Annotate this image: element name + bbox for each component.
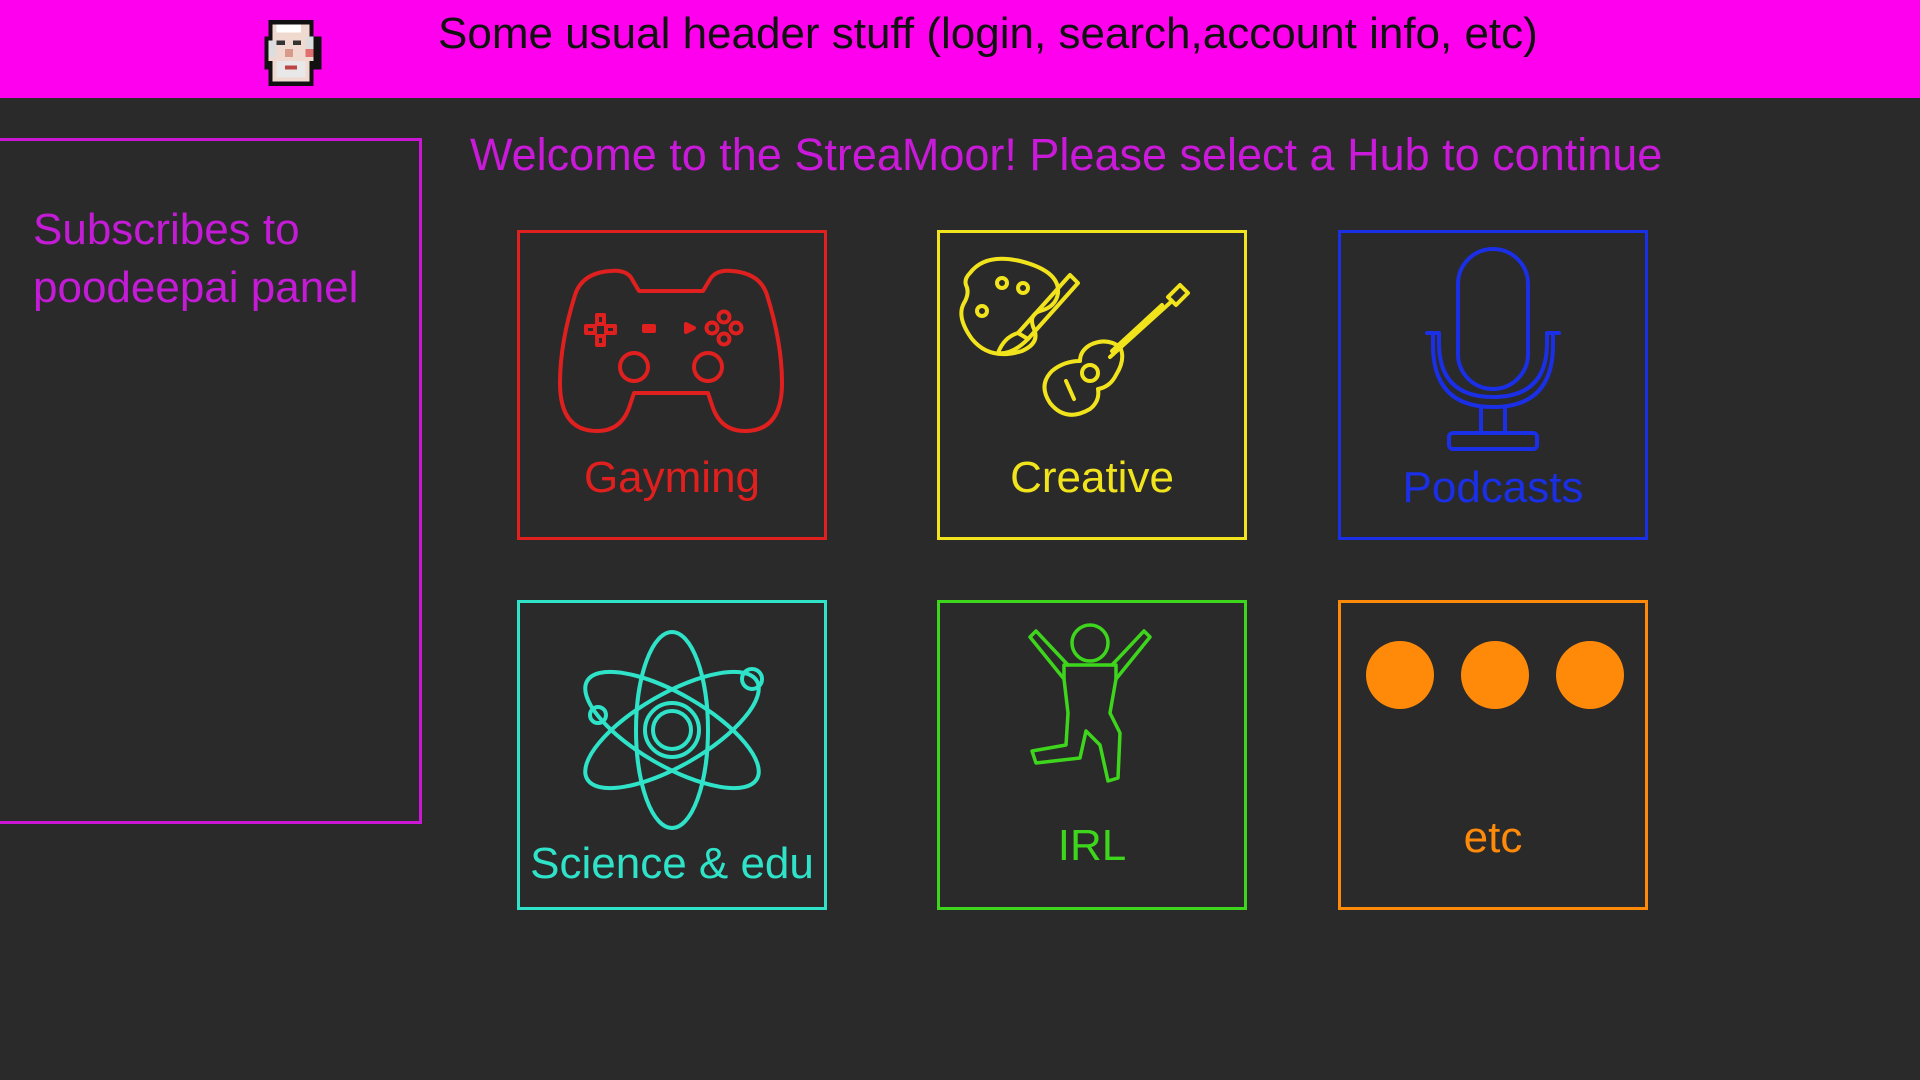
header: Some usual header stuff (login, search,a… (0, 0, 1920, 98)
hub-etc[interactable]: etc (1338, 600, 1648, 910)
hub-podcasts-label: Podcasts (1402, 463, 1584, 512)
hub-creative[interactable]: Creative (937, 230, 1247, 540)
hub-gayming[interactable]: Gayming (517, 230, 827, 540)
subscriptions-panel-label: Subscribes to poodeepai panel (33, 201, 358, 317)
hub-gayming-label: Gayming (583, 453, 761, 502)
subscriptions-panel-line2: poodeepai panel (33, 263, 359, 312)
hub-podcasts[interactable]: Podcasts (1338, 230, 1648, 540)
hub-irl[interactable]: IRL (937, 600, 1247, 910)
header-text: Some usual header stuff (login, search,a… (438, 9, 1538, 58)
hub-etc-label: etc (1463, 813, 1523, 862)
hub-science-edu[interactable]: Science & edu (517, 600, 827, 910)
avatar[interactable] (252, 12, 334, 94)
hub-irl-label: IRL (1057, 821, 1127, 870)
hub-science-edu-label: Science & edu (530, 839, 814, 888)
subscriptions-panel-line1: Subscribes to (33, 205, 300, 254)
hub-creative-label: Creative (1010, 453, 1174, 502)
subscriptions-panel: Subscribes to poodeepai panel (0, 138, 422, 824)
welcome-message: Welcome to the StreaMoor! Please select … (470, 129, 1663, 180)
